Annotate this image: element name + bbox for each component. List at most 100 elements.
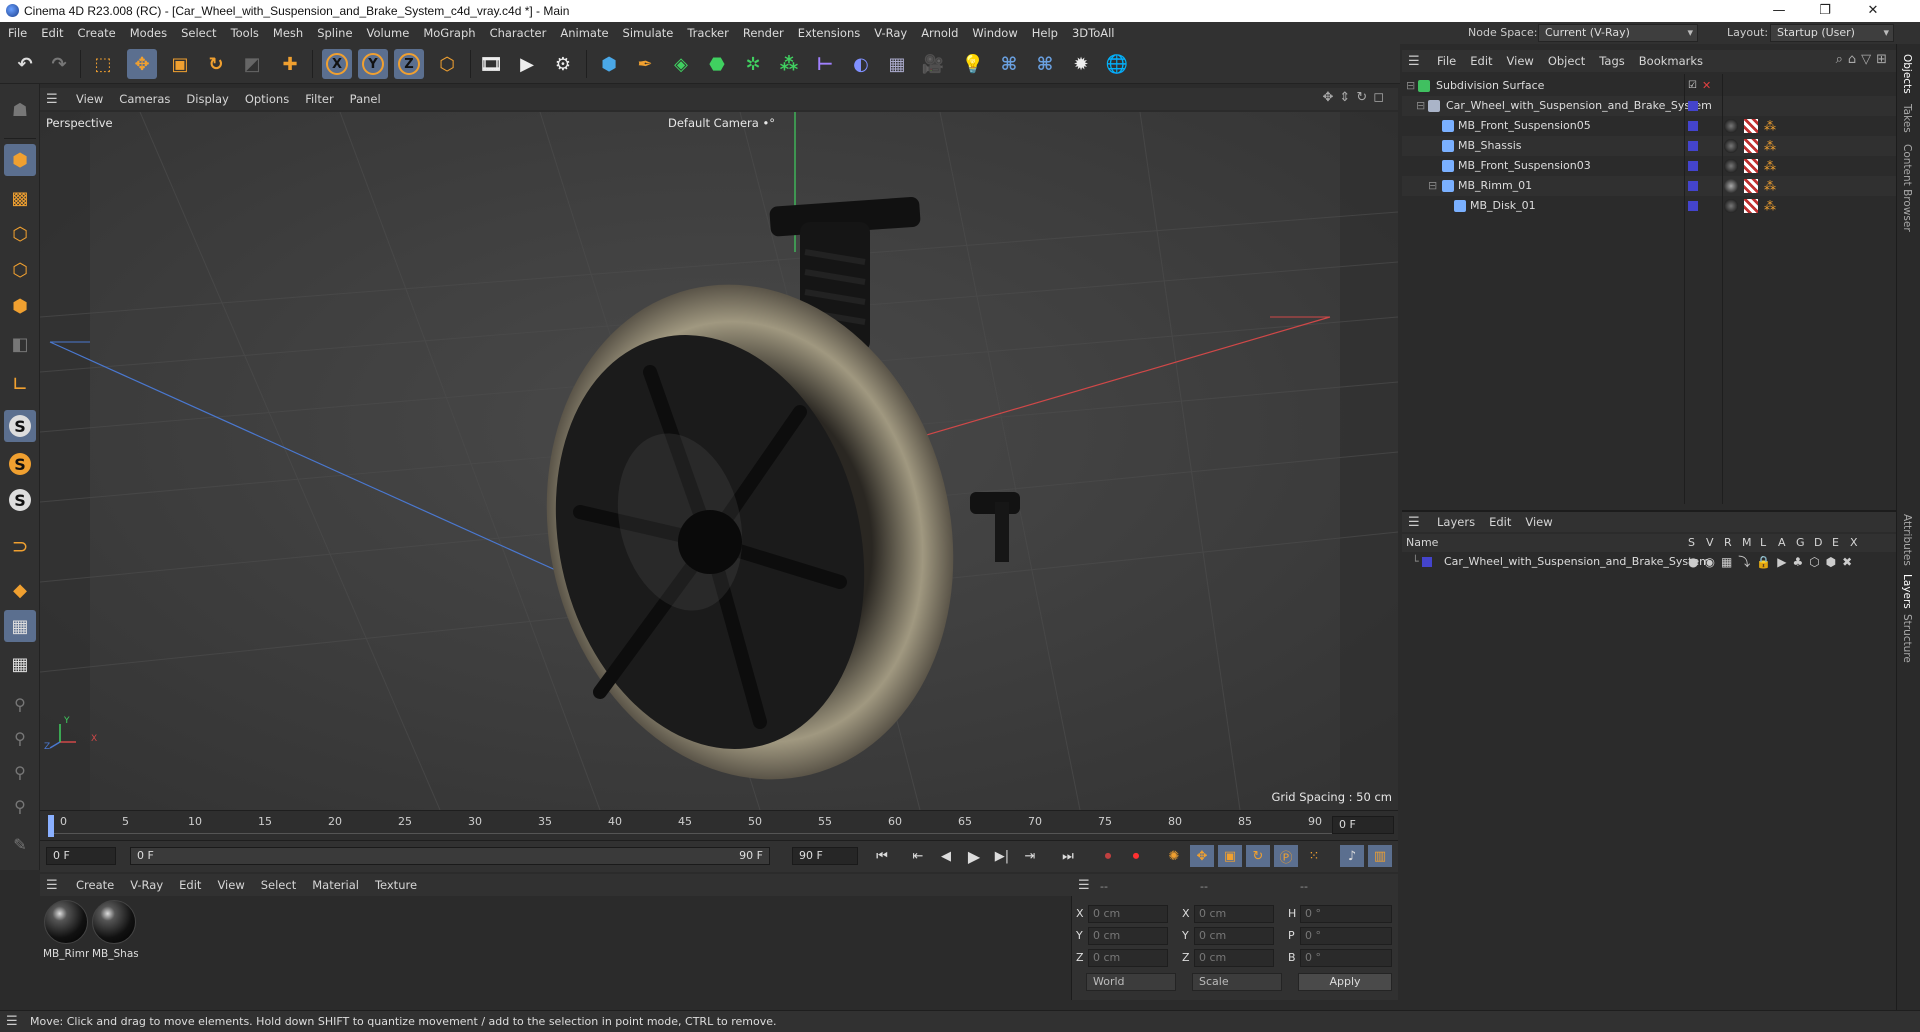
object-row-front-suspension05[interactable]: MB_Front_Suspension05 ⁂ — [1402, 116, 1896, 136]
layers-menu-icon[interactable]: ☰ — [1408, 515, 1422, 530]
node-space-dropdown[interactable]: Current (V-Ray) — [1538, 24, 1698, 42]
material-menu-icon[interactable]: ☰ — [46, 878, 60, 893]
disabled-x-icon[interactable]: ✕ — [1702, 76, 1711, 96]
object-menu-bookmarks[interactable]: Bookmarks — [1632, 50, 1710, 72]
texture-mode-icon[interactable]: ▩ — [4, 182, 36, 214]
object-row-shassis[interactable]: MB_Shassis ⁂ — [1402, 136, 1896, 156]
recent-tools-icon[interactable]: ◩ — [237, 49, 267, 79]
viewport-perspective[interactable]: Perspective Default Camera •° X Y Z Grid… — [40, 112, 1398, 810]
material-tag-icon[interactable] — [1724, 199, 1738, 213]
viewport-menu-panel[interactable]: Panel — [342, 88, 389, 110]
record-active-icon[interactable]: ⏺ — [1096, 845, 1120, 867]
material-tag-icon[interactable] — [1724, 179, 1738, 193]
position-y-field[interactable]: 0 cm — [1088, 927, 1168, 945]
points-mode-icon[interactable]: ⬡ — [4, 218, 36, 250]
object-menu-object[interactable]: Object — [1541, 50, 1592, 72]
autokey-icon[interactable]: ⏺ — [1124, 845, 1148, 867]
tab-content-browser[interactable]: Content Browser — [1901, 144, 1913, 232]
python2-icon[interactable]: ⌘ — [1030, 49, 1060, 79]
parameter-key-icon[interactable]: Ⓟ — [1274, 845, 1298, 867]
redo-icon[interactable]: ↷ — [44, 49, 74, 79]
material-menu-texture[interactable]: Texture — [367, 874, 425, 896]
material-menu-vray[interactable]: V-Ray — [122, 874, 171, 896]
x-axis-icon[interactable]: X — [322, 49, 352, 79]
render-picture-viewer-icon[interactable]: ▶ — [512, 49, 542, 79]
layer-color-swatch[interactable] — [1688, 181, 1698, 191]
weight-icon[interactable]: ⚲ — [4, 756, 36, 788]
vray-tag-icon[interactable]: ⁂ — [1764, 199, 1778, 213]
grid-lock-icon[interactable]: ▦ — [4, 648, 36, 680]
material-menu-create[interactable]: Create — [68, 874, 122, 896]
menu-mesh[interactable]: Mesh — [266, 22, 310, 44]
layer-color-swatch[interactable] — [1688, 101, 1698, 111]
add-icon[interactable]: ✚ — [275, 49, 305, 79]
snap-quantize-icon[interactable]: S — [4, 484, 36, 516]
layer-color-swatch[interactable] — [1688, 141, 1698, 151]
sound-icon[interactable]: ♪ — [1340, 845, 1364, 867]
z-axis-icon[interactable]: Z — [394, 49, 424, 79]
brush-icon[interactable]: ⚲ — [4, 790, 36, 822]
y-axis-icon[interactable]: Y — [358, 49, 388, 79]
menu-volume[interactable]: Volume — [360, 22, 417, 44]
menu-render[interactable]: Render — [736, 22, 791, 44]
point-level-icon[interactable]: ⁙ — [1302, 845, 1326, 867]
deformer-icon[interactable]: ◐ — [846, 49, 876, 79]
tab-objects[interactable]: Objects — [1901, 54, 1913, 94]
menu-file[interactable]: File — [0, 22, 34, 44]
render-settings-icon[interactable]: ⚙ — [548, 49, 578, 79]
vray-tag-icon[interactable]: ⁂ — [1764, 119, 1778, 133]
layers-menu-layers[interactable]: Layers — [1430, 512, 1482, 532]
object-row-subdivision[interactable]: ⊟ Subdivision Surface ☑ ✕ — [1402, 76, 1896, 96]
menu-simulate[interactable]: Simulate — [616, 22, 681, 44]
menu-arnold[interactable]: Arnold — [914, 22, 965, 44]
tab-takes[interactable]: Takes — [1901, 104, 1913, 133]
layers-menu-view[interactable]: View — [1518, 512, 1559, 532]
render-view-icon[interactable]: 🎞 — [476, 49, 506, 79]
menu-tracker[interactable]: Tracker — [680, 22, 736, 44]
menu-extensions[interactable]: Extensions — [791, 22, 867, 44]
viewport-nav-icons[interactable]: ✥⇕↻◻ — [1323, 90, 1390, 105]
viewport-menu-filter[interactable]: Filter — [297, 88, 341, 110]
frame-range-slider[interactable]: 0 F 90 F — [130, 847, 770, 865]
menu-create[interactable]: Create — [71, 22, 123, 44]
material-menu-edit[interactable]: Edit — [171, 874, 209, 896]
maximize-button[interactable]: ❐ — [1802, 0, 1848, 22]
layout-dropdown[interactable]: Startup (User) — [1770, 24, 1894, 42]
material-tag-icon[interactable] — [1724, 159, 1738, 173]
plane-icon[interactable]: ◆ — [4, 574, 36, 606]
layer-color-swatch[interactable] — [1688, 201, 1698, 211]
play-icon[interactable]: ▶ — [962, 845, 986, 867]
timeline-window-icon[interactable]: ▥ — [1368, 845, 1392, 867]
object-menu-tags[interactable]: Tags — [1592, 50, 1631, 72]
material-menu-select[interactable]: Select — [253, 874, 304, 896]
size-z-field[interactable]: 0 cm — [1194, 949, 1274, 967]
object-menu-file[interactable]: File — [1430, 50, 1463, 72]
workplane-icon[interactable]: ∟ — [4, 368, 36, 400]
rotation-b-field[interactable]: 0 ° — [1300, 949, 1392, 967]
menu-vray[interactable]: V-Ray — [867, 22, 914, 44]
menu-mograph[interactable]: MoGraph — [416, 22, 482, 44]
menu-tools[interactable]: Tools — [224, 22, 266, 44]
tab-attributes[interactable]: Attributes — [1901, 514, 1913, 566]
vray-tag-icon[interactable]: ⁂ — [1764, 179, 1778, 193]
size-x-field[interactable]: 0 cm — [1194, 905, 1274, 923]
snap-settings-icon[interactable]: S — [4, 448, 36, 480]
layer-color-swatch[interactable] — [1422, 557, 1432, 567]
keyframe-selection-icon[interactable]: ✺ — [1162, 845, 1186, 867]
texture-tag-icon[interactable] — [1744, 159, 1758, 173]
array-icon[interactable]: ⁂ — [774, 49, 804, 79]
light-icon[interactable]: 💡 — [958, 49, 988, 79]
make-editable-icon[interactable]: ☗ — [4, 94, 36, 126]
extrude-icon[interactable]: ⬣ — [702, 49, 732, 79]
edit-check-icon[interactable]: ☑ — [1688, 76, 1697, 96]
rotate-icon[interactable]: ↻ — [201, 49, 231, 79]
current-frame-field[interactable]: 0 F — [1332, 816, 1394, 834]
menu-animate[interactable]: Animate — [553, 22, 615, 44]
python-icon[interactable]: ⌘ — [994, 49, 1024, 79]
material-menu-view[interactable]: View — [209, 874, 252, 896]
menu-modes[interactable]: Modes — [123, 22, 174, 44]
previous-frame-icon[interactable]: ◀ — [934, 845, 958, 867]
material-thumbnail-shas[interactable] — [92, 900, 136, 944]
camera-label[interactable]: Default Camera •° — [668, 116, 775, 130]
pen-icon[interactable]: ✒ — [630, 49, 660, 79]
